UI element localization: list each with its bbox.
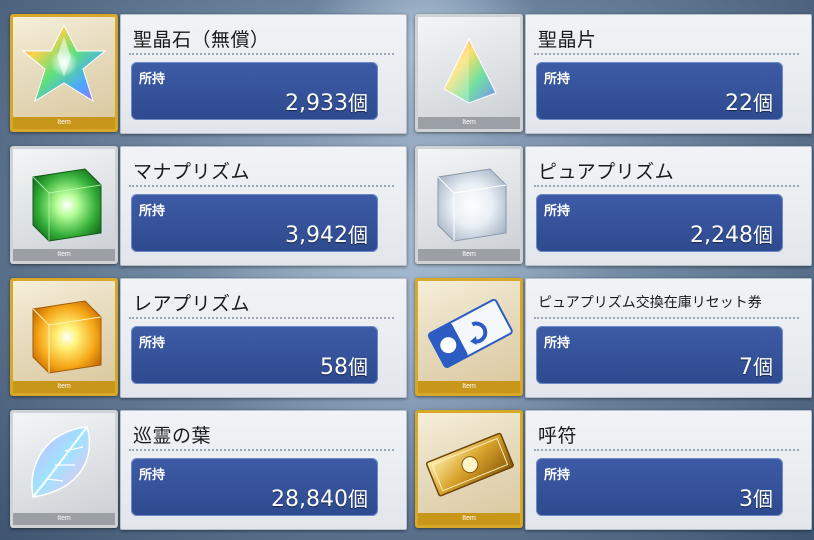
pure-prism-icon — [437, 168, 507, 242]
item-thumbnail: Item — [415, 410, 523, 528]
item-tag: Item — [13, 117, 115, 129]
owned-label: 所持 — [139, 468, 166, 483]
item-panel: 聖晶片 所持 22個 — [525, 14, 812, 134]
item-thumbnail: Item — [10, 410, 118, 528]
owned-quantity: 2,248個 — [690, 219, 773, 248]
item-panel: マナプリズム 所持 3,942個 — [120, 146, 407, 266]
owned-quantity: 22個 — [725, 87, 773, 116]
divider — [534, 317, 799, 319]
owned-box: 所持 22個 — [536, 62, 783, 120]
item-panel: 巡霊の葉 所持 28,840個 — [120, 410, 407, 530]
item-name: 聖晶石（無償） — [133, 29, 270, 51]
quantity-unit: 個 — [753, 91, 773, 115]
quantity-value: 2,248 — [690, 223, 753, 248]
item-thumbnail: Item — [415, 278, 523, 396]
owned-label: 所持 — [544, 204, 571, 219]
owned-quantity: 7個 — [739, 351, 773, 380]
owned-label: 所持 — [139, 204, 166, 219]
owned-quantity: 3個 — [739, 483, 773, 512]
quantity-unit: 個 — [348, 91, 368, 115]
item-tag: Item — [418, 381, 520, 393]
item-thumbnail: Item — [10, 146, 118, 264]
item-thumbnail: Item — [10, 14, 118, 132]
item-tag: Item — [418, 249, 520, 261]
owned-label: 所持 — [139, 336, 166, 351]
saint-quartz-icon — [21, 23, 107, 103]
item-card-spirit-leaf[interactable]: Item 巡霊の葉 所持 28,840個 — [10, 408, 407, 530]
item-thumbnail: Item — [415, 146, 523, 264]
owned-label: 所持 — [544, 336, 571, 351]
item-thumbnail: Item — [10, 278, 118, 396]
item-card-mana-prism[interactable]: Item マナプリズム 所持 3,942個 — [10, 144, 407, 266]
divider — [534, 449, 799, 451]
item-grid: Item 聖晶石（無償） 所持 2,933個 Item 聖晶片 所持 22個 I… — [0, 0, 814, 540]
item-name: 聖晶片 — [538, 29, 597, 51]
item-card-quartz-fragment[interactable]: Item 聖晶片 所持 22個 — [415, 12, 812, 134]
owned-quantity: 28,840個 — [271, 483, 368, 512]
quantity-unit: 個 — [753, 223, 773, 247]
item-tag: Item — [13, 249, 115, 261]
spirit-leaf-icon — [31, 426, 91, 498]
item-tag: Item — [418, 513, 520, 525]
owned-box: 所持 2,248個 — [536, 194, 783, 252]
owned-box: 所持 28,840個 — [131, 458, 378, 516]
item-card-saint-quartz[interactable]: Item 聖晶石（無償） 所持 2,933個 — [10, 12, 407, 134]
divider — [534, 185, 799, 187]
owned-label: 所持 — [544, 72, 571, 87]
quantity-unit: 個 — [348, 487, 368, 511]
quantity-value: 58 — [320, 355, 348, 380]
reset-ticket-icon — [427, 298, 513, 368]
item-name: 呼符 — [538, 425, 578, 447]
item-panel: 呼符 所持 3個 — [525, 410, 812, 530]
owned-label: 所持 — [139, 72, 166, 87]
quantity-value: 7 — [739, 355, 753, 380]
item-thumbnail: Item — [415, 14, 523, 132]
rare-prism-icon — [32, 300, 102, 374]
item-name: ピュアプリズム — [538, 161, 675, 183]
item-panel: レアプリズム 所持 58個 — [120, 278, 407, 398]
divider — [129, 185, 394, 187]
owned-quantity: 58個 — [320, 351, 368, 380]
mana-prism-icon — [32, 168, 102, 242]
item-panel: ピュアプリズム交換在庫リセット券 所持 7個 — [525, 278, 812, 398]
owned-box: 所持 58個 — [131, 326, 378, 384]
divider — [129, 53, 394, 55]
owned-label: 所持 — [544, 468, 571, 483]
owned-box: 所持 3,942個 — [131, 194, 378, 252]
item-name: 巡霊の葉 — [133, 425, 212, 447]
item-card-rare-prism[interactable]: Item レアプリズム 所持 58個 — [10, 276, 407, 398]
owned-quantity: 2,933個 — [285, 87, 368, 116]
divider — [129, 449, 394, 451]
item-card-summon-ticket[interactable]: Item 呼符 所持 3個 — [415, 408, 812, 530]
quantity-value: 2,933 — [285, 91, 348, 116]
quantity-value: 22 — [725, 91, 753, 116]
quartz-fragment-icon — [443, 37, 497, 104]
owned-box: 所持 7個 — [536, 326, 783, 384]
item-panel: ピュアプリズム 所持 2,248個 — [525, 146, 812, 266]
owned-box: 所持 2,933個 — [131, 62, 378, 120]
owned-box: 所持 3個 — [536, 458, 783, 516]
owned-quantity: 3,942個 — [285, 219, 368, 248]
quantity-unit: 個 — [753, 355, 773, 379]
item-card-pure-prism[interactable]: Item ピュアプリズム 所持 2,248個 — [415, 144, 812, 266]
item-tag: Item — [13, 381, 115, 393]
quantity-unit: 個 — [348, 223, 368, 247]
quantity-value: 3,942 — [285, 223, 348, 248]
quantity-value: 28,840 — [271, 487, 348, 512]
divider — [129, 317, 394, 319]
summon-ticket-icon — [425, 432, 514, 497]
item-name: レアプリズム — [133, 293, 251, 315]
item-name: ピュアプリズム交換在庫リセット券 — [538, 295, 762, 311]
divider — [534, 53, 799, 55]
item-tag: Item — [418, 117, 520, 129]
item-tag: Item — [13, 513, 115, 525]
item-name: マナプリズム — [133, 161, 251, 183]
quantity-unit: 個 — [753, 487, 773, 511]
item-card-reset-ticket[interactable]: Item ピュアプリズム交換在庫リセット券 所持 7個 — [415, 276, 812, 398]
item-panel: 聖晶石（無償） 所持 2,933個 — [120, 14, 407, 134]
quantity-unit: 個 — [348, 355, 368, 379]
quantity-value: 3 — [739, 487, 753, 512]
